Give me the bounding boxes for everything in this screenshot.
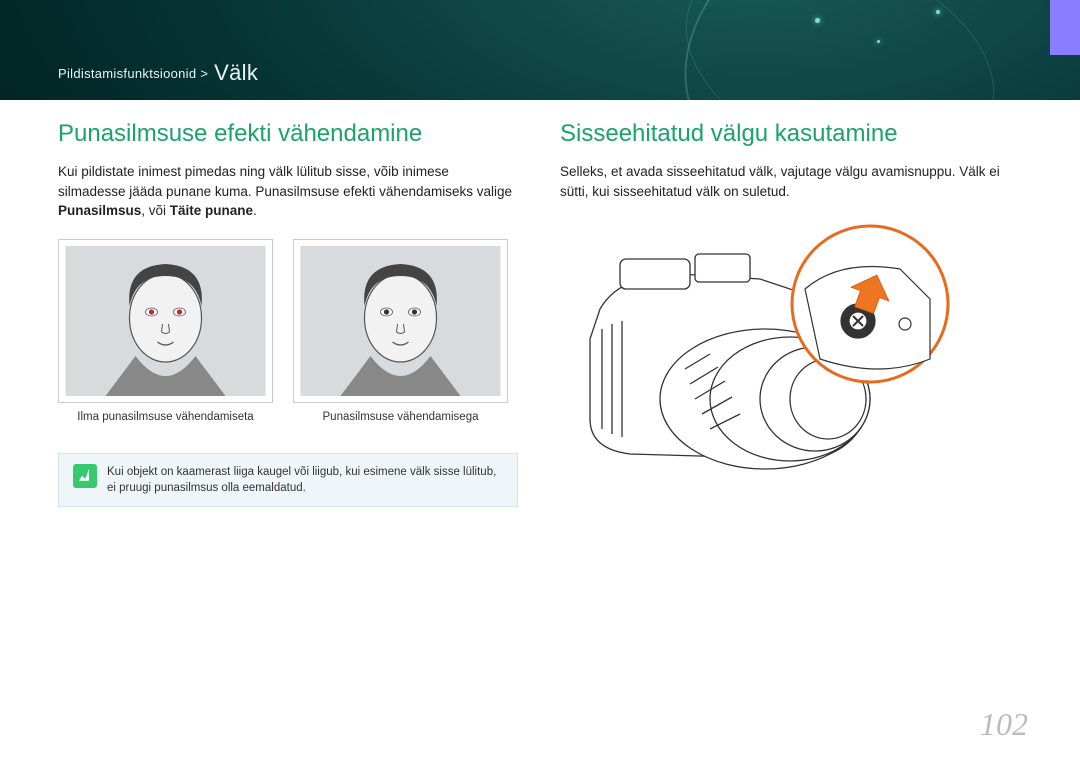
portrait-fixed [300,246,501,396]
left-heading: Punasilmsuse efekti vähendamine [58,120,520,148]
breadcrumb: Pildistamisfunktsioonid > Välk [58,60,258,86]
right-heading: Sisseehitatud välgu kasutamine [560,120,1022,148]
caption-after: Punasilmsuse vähendamisega [293,411,508,423]
photo-box-before: Ilma punasilmsuse vähendamiseta [58,239,273,423]
note-icon [73,464,97,488]
photo-row: Ilma punasilmsuse vähendamiseta [58,239,520,423]
camera-illustration [560,219,990,479]
content: Punasilmsuse efekti vähendamine Kui pild… [58,120,1022,507]
photo-frame [293,239,508,403]
breadcrumb-prefix: Pildistamisfunktsioonid > [58,66,208,81]
header-dot [877,40,880,43]
right-column: Sisseehitatud välgu kasutamine Selleks, … [560,120,1022,507]
left-para-bold2: Täite punane [170,203,253,218]
page-side-tab [1050,0,1080,55]
left-column: Punasilmsuse efekti vähendamine Kui pild… [58,120,520,507]
photo-box-after: Punasilmsuse vähendamisega [293,239,508,423]
portrait-redeye [65,246,266,396]
header-dot [936,10,940,14]
photo-frame [58,239,273,403]
left-paragraph: Kui pildistate inimest pimedas ning välk… [58,162,520,221]
left-para-end: . [253,203,257,218]
left-para-text: Kui pildistate inimest pimedas ning välk… [58,164,512,199]
breadcrumb-current: Välk [214,60,258,85]
left-para-mid: , või [141,203,170,218]
header-dot [815,18,820,23]
note-text: Kui objekt on kaamerast liiga kaugel või… [107,464,503,496]
note-box: Kui objekt on kaamerast liiga kaugel või… [58,453,518,507]
caption-before: Ilma punasilmsuse vähendamiseta [58,411,273,423]
page-number: 102 [980,706,1028,743]
left-para-bold1: Punasilmsus [58,203,141,218]
right-paragraph: Selleks, et avada sisseehitatud välk, va… [560,162,1022,201]
